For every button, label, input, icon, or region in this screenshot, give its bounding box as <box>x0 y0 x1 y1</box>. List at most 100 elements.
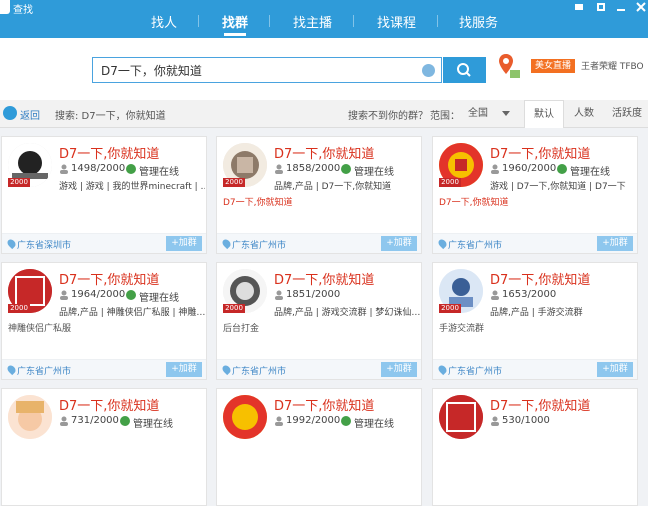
admin-status: 管理在线 <box>354 167 394 178</box>
group-description: 后台打金 <box>223 324 260 334</box>
avatar-image <box>8 395 52 439</box>
group-title[interactable]: D7一下,你就知道 <box>274 269 374 288</box>
join-group-button[interactable]: +加群 <box>381 362 417 377</box>
admin-status: 管理在线 <box>139 293 179 304</box>
group-card[interactable]: 2000 D7一下,你就知道 1653/2000 品牌,产品 | 手游交流群 手… <box>432 262 638 380</box>
close-icon[interactable] <box>636 2 646 12</box>
tab-divider <box>437 15 438 27</box>
group-card[interactable]: D7一下,你就知道 731/2000 管理在线 <box>1 388 207 506</box>
group-location: 广东省广州市 <box>17 367 72 377</box>
join-group-button[interactable]: +加群 <box>597 236 633 251</box>
group-card[interactable]: 2000 D7一下,你就知道 1964/2000 管理在线 品牌,产品 | 神雕… <box>1 262 207 380</box>
location-icon <box>5 363 18 376</box>
group-avatar <box>439 395 483 439</box>
group-level-badge: 2000 <box>439 304 461 313</box>
group-level-badge: 2000 <box>223 178 245 187</box>
check-icon <box>557 164 567 174</box>
app-title: 查找 <box>13 5 33 16</box>
sort-tab-members[interactable]: 人数 <box>566 100 602 128</box>
member-count: 731/2000 <box>71 415 119 426</box>
promo-links[interactable]: 王者荣耀 TFBO <box>581 59 644 72</box>
tab-find-service[interactable]: 找服务 <box>459 12 498 31</box>
group-title[interactable]: D7一下,你就知道 <box>59 395 159 414</box>
join-group-button[interactable]: +加群 <box>597 362 633 377</box>
tab-find-group[interactable]: 找群 <box>222 12 248 31</box>
search-icon <box>457 63 471 77</box>
group-description: D7一下,你就知道 <box>223 198 293 208</box>
group-card[interactable]: 2000 D7一下,你就知道 1858/2000 管理在线 品牌,产品 | D7… <box>216 136 422 254</box>
group-title[interactable]: D7一下,你就知道 <box>59 269 159 288</box>
tab-find-course[interactable]: 找课程 <box>377 12 416 31</box>
group-title[interactable]: D7一下,你就知道 <box>490 143 590 162</box>
members-icon <box>60 164 68 174</box>
search-input-value: D7一下，你就知道 <box>101 64 202 78</box>
search-summary: 搜索: D7一下，你就知道 <box>55 111 166 122</box>
member-count: 1964/2000 <box>71 289 126 300</box>
live-badge[interactable]: 美女直播 <box>531 59 576 73</box>
group-title[interactable]: D7一下,你就知道 <box>490 269 590 288</box>
app-logo-icon <box>0 0 10 14</box>
group-level-badge: 2000 <box>439 178 461 187</box>
avatar-image <box>439 395 483 439</box>
group-card[interactable]: 2000 D7一下,你就知道 1851/2000 品牌,产品 | 游戏交流群 |… <box>216 262 422 380</box>
group-title[interactable]: D7一下,你就知道 <box>490 395 590 414</box>
check-icon <box>126 290 136 300</box>
card-footer: 广东省广州市 +加群 <box>433 359 637 379</box>
tab-find-people[interactable]: 找人 <box>151 12 177 31</box>
filter-bar: 返回 搜索: D7一下，你就知道 搜索不到你的群？ 范围： 全国 默认 人数 活… <box>0 100 648 128</box>
group-location: 广东省广州市 <box>232 367 287 377</box>
admin-status: 管理在线 <box>354 419 394 430</box>
member-count: 1653/2000 <box>502 289 557 300</box>
members-icon <box>275 164 283 174</box>
admin-status: 管理在线 <box>570 167 610 178</box>
clear-icon[interactable] <box>422 64 435 77</box>
group-card[interactable]: D7一下,你就知道 1992/2000 管理在线 <box>216 388 422 506</box>
group-level-badge: 2000 <box>8 304 30 313</box>
location-pin-icon[interactable] <box>498 52 522 80</box>
card-footer: 广东省深圳市 +加群 <box>2 233 206 253</box>
sort-tab-activity[interactable]: 活跃度 <box>606 100 648 128</box>
search-button[interactable] <box>443 57 486 83</box>
back-link[interactable]: 返回 <box>20 107 40 122</box>
group-card[interactable]: 2000 D7一下,你就知道 1498/2000 管理在线 游戏 | 游戏 | … <box>1 136 207 254</box>
member-count: 1498/2000 <box>71 163 126 174</box>
tab-divider <box>198 15 199 27</box>
group-location: 广东省广州市 <box>448 241 503 251</box>
group-card[interactable]: 2000 D7一下,你就知道 1960/2000 管理在线 游戏 | D7一下,… <box>432 136 638 254</box>
group-card[interactable]: D7一下,你就知道 530/1000 <box>432 388 638 506</box>
admin-status: 管理在线 <box>139 167 179 178</box>
group-tags: 游戏 | 游戏 | 我的世界minecraft | … <box>59 182 205 192</box>
member-count: 1858/2000 <box>286 163 341 174</box>
check-icon <box>120 416 130 426</box>
check-icon <box>126 164 136 174</box>
group-title[interactable]: D7一下,你就知道 <box>274 143 374 162</box>
tab-find-streamer[interactable]: 找主播 <box>293 12 332 31</box>
minimize-icon[interactable] <box>616 2 626 12</box>
group-title[interactable]: D7一下,你就知道 <box>274 395 374 414</box>
check-icon <box>341 416 351 426</box>
skin-icon[interactable] <box>574 2 584 12</box>
member-count: 1992/2000 <box>286 415 341 426</box>
join-group-button[interactable]: +加群 <box>381 236 417 251</box>
members-icon <box>491 290 499 300</box>
avatar-image <box>223 395 267 439</box>
search-input[interactable]: D7一下，你就知道 <box>92 57 442 83</box>
group-location: 广东省广州市 <box>448 367 503 377</box>
card-footer: 广东省广州市 +加群 <box>433 233 637 253</box>
group-description: D7一下,你就知道 <box>439 198 509 208</box>
settings-icon[interactable] <box>596 2 606 12</box>
tab-divider <box>353 15 354 27</box>
join-group-button[interactable]: +加群 <box>166 236 202 251</box>
sort-tab-default[interactable]: 默认 <box>524 100 564 128</box>
back-arrow-icon[interactable] <box>3 106 17 120</box>
admin-status: 管理在线 <box>133 419 173 430</box>
group-tags: 品牌,产品 | 手游交流群 <box>490 308 583 318</box>
join-group-button[interactable]: +加群 <box>166 362 202 377</box>
active-tab-indicator <box>224 33 246 36</box>
location-icon <box>436 363 449 376</box>
group-title[interactable]: D7一下,你就知道 <box>59 143 159 162</box>
group-not-found-link[interactable]: 搜索不到你的群？ <box>348 107 428 122</box>
group-tags: 品牌,产品 | 神雕侠侣广私服 | 神雕… <box>59 308 205 318</box>
members-icon <box>60 416 68 426</box>
group-description: 神雕侠侣广私服 <box>8 324 72 334</box>
